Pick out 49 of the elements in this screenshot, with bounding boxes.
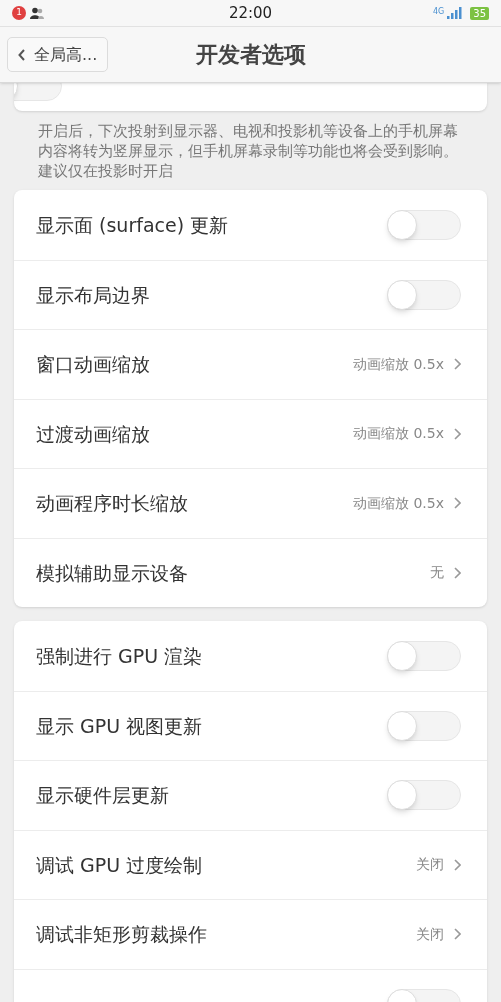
toggle-switch[interactable] bbox=[387, 780, 461, 811]
toggle-switch[interactable] bbox=[387, 279, 461, 310]
row-label: 调试 GPU 过度绘制 bbox=[36, 852, 204, 878]
settings-row[interactable]: 显示 GPU 视图更新 bbox=[14, 690, 487, 760]
row-label: 动画程序时长缩放 bbox=[36, 491, 189, 516]
network-label: 4G bbox=[432, 6, 445, 16]
toggle-switch[interactable] bbox=[387, 640, 461, 671]
back-button[interactable]: 全局高... bbox=[7, 37, 109, 72]
chevron-right-icon bbox=[454, 566, 461, 579]
row-label: 显示布局边界 bbox=[36, 282, 151, 308]
row-label: 调试非矩形剪裁操作 bbox=[36, 922, 208, 947]
chevron-right-icon bbox=[454, 928, 461, 941]
row-value: 关闭 bbox=[416, 924, 444, 944]
settings-row[interactable]: 过渡动画缩放 动画缩放 0.5x bbox=[14, 398, 487, 468]
battery-indicator: 35 bbox=[470, 6, 489, 20]
chevron-right-icon bbox=[454, 497, 461, 510]
chevron-right-icon bbox=[454, 427, 461, 440]
settings-row[interactable]: 窗口动画缩放 动画缩放 0.5x bbox=[14, 329, 487, 399]
row-value: 动画缩放 0.5x bbox=[353, 354, 444, 374]
signal-icon bbox=[447, 7, 464, 19]
settings-row[interactable]: 强制进行 GPU 渲染 bbox=[14, 621, 487, 691]
notification-badge: 1 bbox=[12, 6, 26, 20]
row-label: 模拟辅助显示设备 bbox=[36, 560, 189, 586]
description-text: 开启后，下次投射到显示器、电视和投影机等设备上的手机屏幕内容将转为竖屏显示，但手机屏幕录制等功能也将会受到影响。建议仅在投影时开启 bbox=[37, 121, 459, 181]
settings-row[interactable]: 调试 GPU 过度绘制 关闭 bbox=[14, 829, 487, 899]
row-label: 强制进行 GPU 渲染 bbox=[36, 643, 204, 669]
row-value: 动画缩放 0.5x bbox=[353, 424, 444, 444]
chevron-right-icon bbox=[454, 358, 461, 371]
toggle-switch[interactable] bbox=[387, 209, 461, 240]
settings-row[interactable]: 动画程序时长缩放 动画缩放 0.5x bbox=[14, 468, 487, 538]
row-label: 窗口动画缩放 bbox=[36, 352, 151, 377]
page-title: 开发者选项 bbox=[195, 41, 306, 69]
chevron-right-icon bbox=[454, 858, 461, 871]
back-chevron-icon bbox=[18, 48, 26, 61]
row-value: 动画缩放 0.5x bbox=[353, 493, 444, 513]
settings-row[interactable]: 显示硬件层更新 bbox=[14, 760, 487, 830]
row-label: 过渡动画缩放 bbox=[36, 421, 151, 447]
toggle-switch[interactable] bbox=[387, 710, 461, 741]
row-value: 无 bbox=[430, 563, 444, 583]
contacts-icon bbox=[30, 7, 44, 19]
row-label: 显示面 (surface) 更新 bbox=[36, 212, 230, 238]
settings-row[interactable]: 显示布局边界 bbox=[14, 259, 487, 329]
settings-row[interactable]: 显示面 (surface) 更新 bbox=[14, 190, 487, 260]
clock: 22:00 bbox=[227, 2, 274, 24]
row-label: 显示硬件层更新 bbox=[36, 783, 170, 808]
row-value: 关闭 bbox=[416, 855, 444, 875]
row-label: 显示 GPU 视图更新 bbox=[36, 713, 204, 739]
settings-row[interactable]: 调试非矩形剪裁操作 关闭 bbox=[14, 899, 487, 969]
settings-row[interactable]: 模拟辅助显示设备 无 bbox=[14, 537, 487, 607]
